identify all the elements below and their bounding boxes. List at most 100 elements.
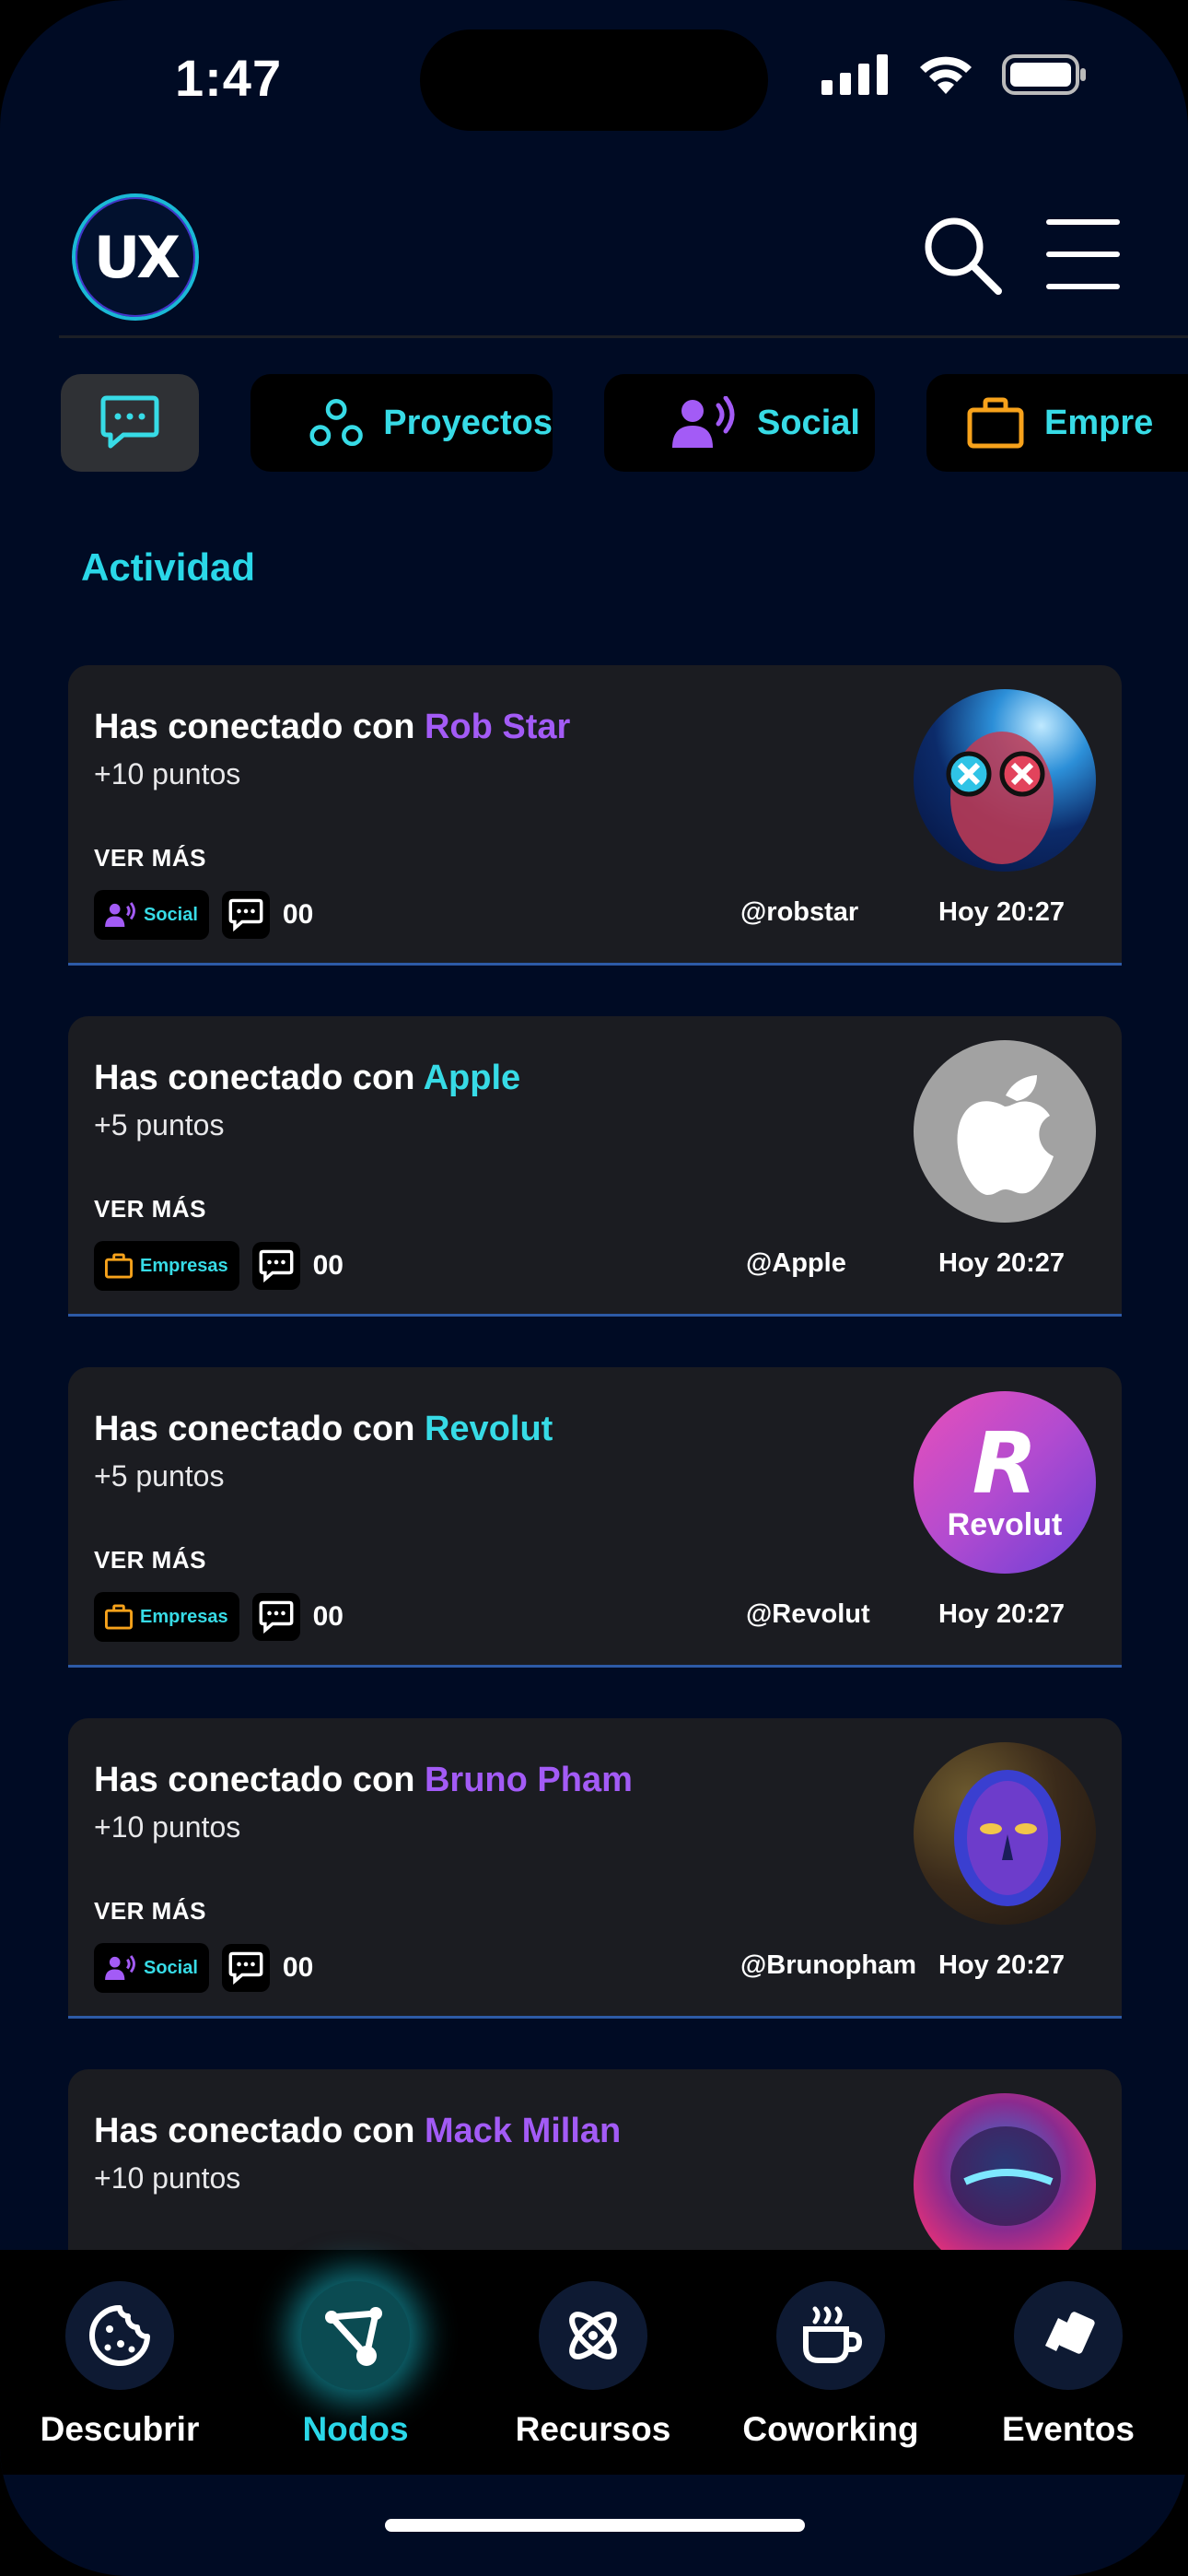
card-tags: Social 00 — [94, 1943, 313, 1993]
avatar-art — [950, 2126, 1061, 2226]
card-contact-name[interactable]: Bruno Pham — [425, 1761, 633, 1799]
card-points: +10 puntos — [94, 2161, 241, 2195]
header-divider — [59, 335, 1188, 338]
card-contact-name[interactable]: Mack Millan — [425, 2112, 621, 2150]
speaker-person-icon — [105, 1955, 135, 1981]
dynamic-island — [420, 29, 768, 131]
card-handle[interactable]: @Apple — [746, 1248, 846, 1279]
activity-card[interactable]: Has conectado con Apple +5 puntos VER MÁ… — [68, 1016, 1122, 1317]
tab-label: Proyectos — [383, 403, 553, 442]
nav-label: Coworking — [742, 2410, 919, 2448]
nav-descubrir[interactable]: Descubrir — [9, 2281, 230, 2449]
tab-label: Social — [757, 403, 860, 442]
revolut-logo-letter: R — [972, 1413, 1038, 1513]
briefcase-icon — [105, 1604, 133, 1630]
avatar-apple[interactable] — [914, 1040, 1096, 1223]
activity-card[interactable]: Has conectado con Mack Millan +10 puntos — [68, 2069, 1122, 2276]
menu-icon[interactable] — [1046, 219, 1120, 289]
card-date: Hoy 20:27 — [938, 1950, 1066, 1980]
wifi-icon — [920, 56, 972, 94]
status-time: 1:47 — [175, 49, 283, 107]
card-date: Hoy 20:27 — [938, 1599, 1066, 1629]
comment-icon — [228, 1951, 263, 1985]
coffee-icon — [776, 2281, 885, 2390]
comment-button[interactable] — [221, 1944, 270, 1992]
card-contact-name[interactable]: Revolut — [425, 1410, 553, 1448]
avatar-art — [954, 1770, 1061, 1906]
search-icon[interactable] — [921, 214, 1004, 297]
comment-icon — [259, 1600, 294, 1633]
tab-label: Empre — [1044, 403, 1154, 442]
card-handle[interactable]: @robstar — [740, 897, 858, 928]
comment-icon — [259, 1249, 294, 1282]
tab-proyectos[interactable]: Proyectos — [250, 374, 553, 472]
tag-social[interactable]: Social — [94, 1943, 209, 1993]
section-title: Actividad — [81, 545, 256, 589]
status-icons — [821, 53, 1087, 96]
avatar-brunopham[interactable] — [914, 1742, 1096, 1925]
tab-empresas[interactable]: Empre — [926, 374, 1188, 472]
card-date: Hoy 20:27 — [938, 1248, 1066, 1278]
card-points: +5 puntos — [94, 1108, 225, 1142]
tag-empresas[interactable]: Empresas — [94, 1241, 239, 1291]
nav-recursos[interactable]: Recursos — [483, 2281, 704, 2449]
tag-empresas[interactable]: Empresas — [94, 1592, 239, 1642]
comment-icon — [228, 898, 263, 931]
nav-label: Descubrir — [40, 2410, 200, 2448]
atom-icon — [539, 2281, 647, 2390]
speaker-person-icon — [105, 902, 135, 928]
card-date: Hoy 20:27 — [938, 897, 1066, 927]
card-title: Has conectado con Apple — [94, 1059, 521, 1097]
nodes-cluster-icon — [309, 399, 363, 447]
activity-card[interactable]: Has conectado con Bruno Pham +10 puntos … — [68, 1718, 1122, 2019]
signal-icon — [821, 54, 888, 95]
avatar-revolut[interactable]: R Revolut — [914, 1391, 1096, 1574]
avatar-art — [946, 732, 1054, 864]
category-tabs: Proyectos Social Empre — [61, 374, 1188, 472]
card-handle[interactable]: @Brunopham — [740, 1950, 916, 1981]
ver-mas-link[interactable]: VER MÁS — [94, 1195, 206, 1224]
card-title: Has conectado con Rob Star — [94, 708, 571, 746]
activity-card[interactable]: Has conectado con Rob Star +10 puntos VE… — [68, 665, 1122, 966]
nav-eventos[interactable]: Eventos — [958, 2281, 1179, 2449]
comment-count: 00 — [312, 1601, 344, 1632]
comment-count: 00 — [282, 899, 314, 930]
battery-icon — [1002, 54, 1086, 95]
revolut-logo-word: Revolut — [947, 1506, 1063, 1542]
ticket-icon — [1014, 2281, 1123, 2390]
avatar-robstar[interactable] — [914, 689, 1096, 872]
tab-chat[interactable] — [61, 374, 199, 472]
comment-button[interactable] — [251, 1242, 300, 1290]
card-title: Has conectado con Revolut — [94, 1410, 553, 1448]
nav-label: Recursos — [515, 2410, 671, 2448]
logo-text: UX — [93, 223, 181, 291]
ver-mas-link[interactable]: VER MÁS — [94, 1546, 206, 1575]
card-handle[interactable]: @Revolut — [746, 1599, 870, 1630]
briefcase-icon — [967, 397, 1024, 449]
home-indicator[interactable] — [385, 2519, 805, 2532]
card-tags: Empresas 00 — [94, 1241, 344, 1291]
avatar-mackmillan[interactable] — [914, 2093, 1096, 2276]
card-points: +10 puntos — [94, 1810, 241, 1844]
comment-button[interactable] — [251, 1593, 300, 1641]
briefcase-icon — [105, 1253, 133, 1279]
nav-nodos[interactable]: Nodos — [245, 2281, 466, 2449]
nav-coworking[interactable]: Coworking — [720, 2281, 941, 2449]
apple-logo-icon — [957, 1075, 1054, 1195]
tag-social[interactable]: Social — [94, 890, 209, 940]
ver-mas-link[interactable]: VER MÁS — [94, 1897, 206, 1926]
nav-label: Eventos — [1002, 2410, 1135, 2448]
card-title: Has conectado con Bruno Pham — [94, 1761, 633, 1799]
nodes-icon — [301, 2281, 410, 2390]
chat-icon — [100, 395, 159, 449]
app-logo[interactable]: UX — [72, 193, 199, 321]
ver-mas-link[interactable]: VER MÁS — [94, 844, 206, 872]
card-contact-name[interactable]: Rob Star — [425, 708, 570, 746]
card-points: +10 puntos — [94, 757, 241, 790]
comment-count: 00 — [282, 1952, 314, 1983]
activity-card[interactable]: Has conectado con Revolut +5 puntos VER … — [68, 1367, 1122, 1668]
card-contact-name[interactable]: Apple — [424, 1059, 521, 1097]
comment-button[interactable] — [221, 891, 270, 939]
tab-social[interactable]: Social — [604, 374, 875, 472]
nav-label: Nodos — [302, 2410, 409, 2448]
